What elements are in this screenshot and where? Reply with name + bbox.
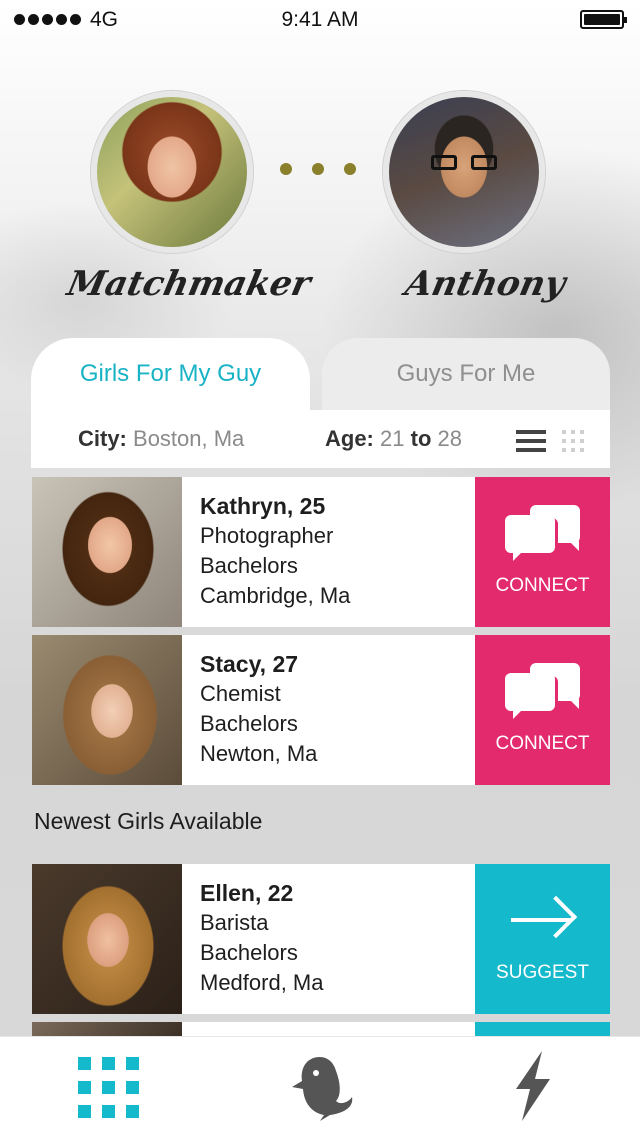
arrow-right-icon — [510, 895, 577, 942]
profile-photo — [32, 864, 182, 1014]
connect-label: CONNECT — [495, 575, 590, 596]
list-view-icon[interactable] — [516, 430, 546, 457]
chat-bubbles-icon — [504, 663, 581, 719]
profile-photo — [32, 635, 182, 785]
anthony-avatar[interactable] — [383, 91, 545, 253]
profile-photo — [32, 477, 182, 627]
age-to: to — [410, 426, 432, 451]
city-label: City: — [78, 426, 127, 451]
anthony-name: Anthony — [401, 264, 569, 304]
suggest-label: SUGGEST — [496, 962, 589, 983]
age-min: 21 — [380, 426, 405, 451]
list-item[interactable]: Kathryn, 25 Photographer Bachelors Cambr… — [32, 477, 610, 627]
age-filter[interactable]: Age: 21 to 28 — [325, 426, 462, 452]
grid-icon[interactable] — [78, 1057, 139, 1118]
chat-bubbles-icon — [504, 505, 581, 561]
match-location: Newton, Ma — [200, 741, 318, 766]
connection-dots-icon — [280, 163, 356, 175]
match-location: Cambridge, Ma — [200, 583, 351, 608]
match-job: Photographer — [200, 523, 334, 548]
age-max: 28 — [437, 426, 462, 451]
list-item[interactable]: Ellen, 22 Barista Bachelors Medford, Ma … — [32, 864, 610, 1014]
match-job: Chemist — [200, 681, 281, 706]
match-name: Stacy, 27 — [200, 651, 299, 677]
city-value: Boston, Ma — [133, 426, 245, 451]
age-label: Age: — [325, 426, 374, 451]
filter-bar: City: Boston, Ma Age: 21 to 28 — [31, 410, 610, 468]
connect-button[interactable]: CONNECT — [475, 477, 610, 627]
list-item[interactable]: Stacy, 27 Chemist Bachelors Newton, Ma C… — [32, 635, 610, 785]
bottom-nav — [0, 1036, 640, 1137]
tab-guys-for-me[interactable]: Guys For Me — [322, 338, 610, 410]
bird-icon[interactable] — [290, 1051, 356, 1123]
lightning-icon[interactable] — [508, 1049, 556, 1123]
match-education: Bachelors — [200, 553, 298, 578]
matchmaker-avatar[interactable] — [91, 91, 253, 253]
match-education: Bachelors — [200, 711, 298, 736]
match-location: Medford, Ma — [200, 970, 324, 995]
connect-button[interactable]: CONNECT — [475, 635, 610, 785]
suggest-button[interactable]: SUGGEST — [475, 864, 610, 1014]
section-title: Newest Girls Available — [34, 808, 263, 834]
match-name: Kathryn, 25 — [200, 493, 326, 519]
match-name: Ellen, 22 — [200, 880, 294, 906]
status-bar: 4G 9:41 AM — [0, 0, 640, 40]
connect-label: CONNECT — [495, 733, 590, 754]
clock: 9:41 AM — [281, 8, 359, 31]
grid-view-icon[interactable] — [562, 430, 584, 452]
city-filter[interactable]: City: Boston, Ma — [78, 426, 244, 452]
match-job: Barista — [200, 910, 269, 935]
match-education: Bachelors — [200, 940, 298, 965]
battery-icon — [580, 10, 627, 29]
matchmaker-name: Matchmaker — [63, 264, 315, 304]
